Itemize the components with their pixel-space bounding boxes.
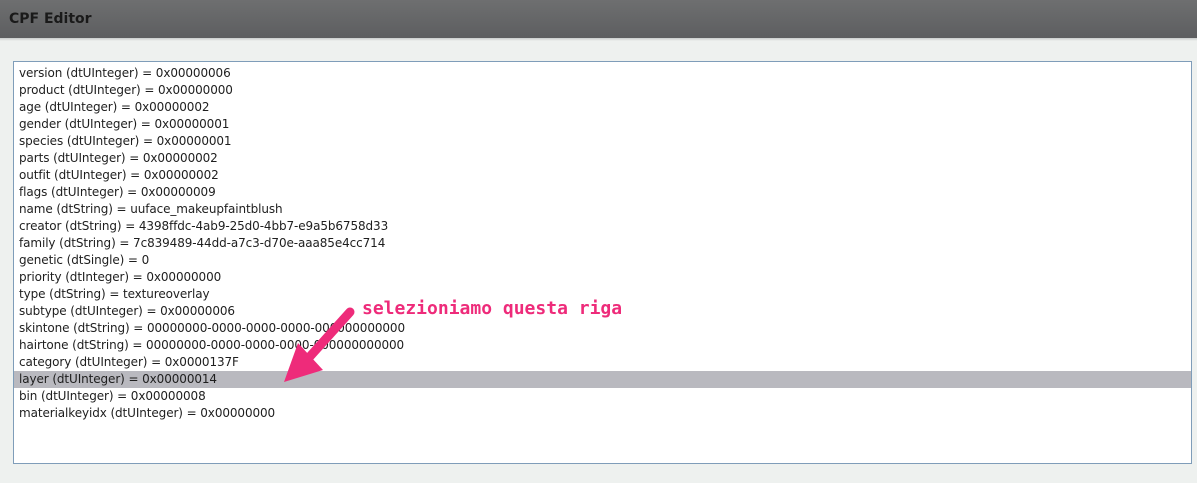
title-bar-shadow <box>0 38 1197 41</box>
list-item[interactable]: creator (dtString) = 4398ffdc-4ab9-25d0-… <box>14 218 1191 235</box>
list-item[interactable]: age (dtUInteger) = 0x00000002 <box>14 99 1191 116</box>
list-item[interactable]: priority (dtInteger) = 0x00000000 <box>14 269 1191 286</box>
list-item[interactable]: flags (dtUInteger) = 0x00000009 <box>14 184 1191 201</box>
list-item[interactable]: version (dtUInteger) = 0x00000006 <box>14 65 1191 82</box>
list-item[interactable]: category (dtUInteger) = 0x0000137F <box>14 354 1191 371</box>
cpf-property-rows: version (dtUInteger) = 0x00000006 product… <box>14 65 1191 422</box>
cpf-property-list[interactable]: version (dtUInteger) = 0x00000006 product… <box>13 61 1192 464</box>
list-item[interactable]: outfit (dtUInteger) = 0x00000002 <box>14 167 1191 184</box>
list-item[interactable]: parts (dtUInteger) = 0x00000002 <box>14 150 1191 167</box>
list-item[interactable]: bin (dtUInteger) = 0x00000008 <box>14 388 1191 405</box>
list-item[interactable]: product (dtUInteger) = 0x00000000 <box>14 82 1191 99</box>
list-item[interactable]: materialkeyidx (dtUInteger) = 0x00000000 <box>14 405 1191 422</box>
list-item[interactable]: skintone (dtString) = 00000000-0000-0000… <box>14 320 1191 337</box>
window-title: CPF Editor <box>9 11 92 27</box>
title-bar: CPF Editor <box>0 0 1197 38</box>
list-item-selected[interactable]: layer (dtUInteger) = 0x00000014 <box>14 371 1191 388</box>
annotation-label: selezioniamo questa riga <box>362 298 623 319</box>
list-item[interactable]: species (dtUInteger) = 0x00000001 <box>14 133 1191 150</box>
list-item[interactable]: name (dtString) = uuface_makeupfaintblus… <box>14 201 1191 218</box>
list-item[interactable]: hairtone (dtString) = 00000000-0000-0000… <box>14 337 1191 354</box>
list-item[interactable]: gender (dtUInteger) = 0x00000001 <box>14 116 1191 133</box>
list-item[interactable]: genetic (dtSingle) = 0 <box>14 252 1191 269</box>
list-item[interactable]: family (dtString) = 7c839489-44dd-a7c3-d… <box>14 235 1191 252</box>
